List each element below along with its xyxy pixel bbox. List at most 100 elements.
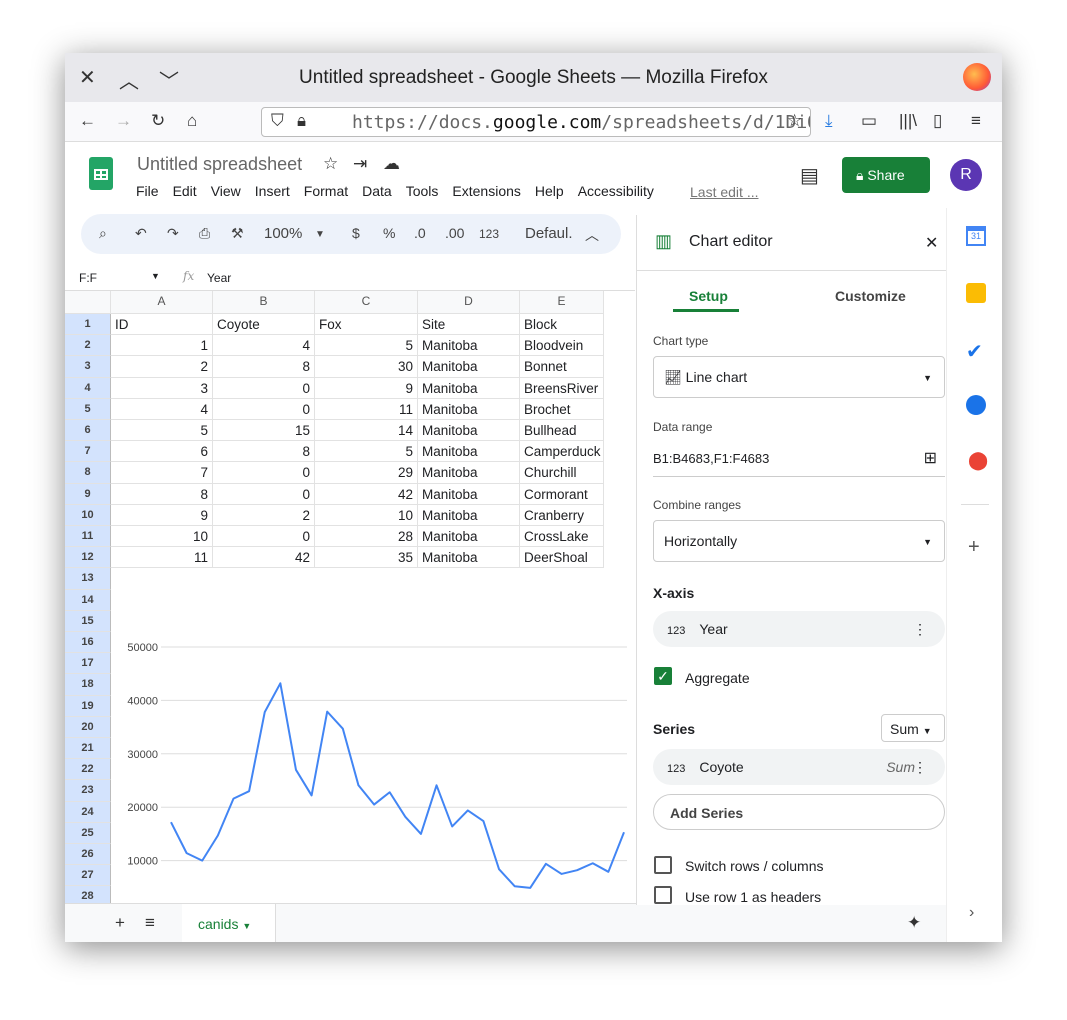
cell[interactable]: Manitoba — [418, 398, 520, 420]
cell[interactable]: Manitoba — [418, 504, 520, 526]
column-header-b[interactable]: B — [213, 291, 315, 314]
menu-accessibility[interactable]: Accessibility — [578, 183, 654, 199]
cell[interactable]: 30 — [315, 356, 418, 378]
row-header[interactable]: 20 — [65, 716, 111, 738]
cell[interactable]: DeerShoal — [520, 547, 604, 569]
doc-title[interactable]: Untitled spreadsheet — [137, 154, 302, 175]
row-header[interactable]: 23 — [65, 780, 111, 802]
forward-icon[interactable]: → — [115, 111, 132, 131]
cell[interactable]: 0 — [213, 377, 315, 399]
use-row1-checkbox[interactable] — [654, 886, 672, 904]
switch-rows-checkbox[interactable] — [654, 856, 672, 874]
column-header-e[interactable]: E — [520, 291, 604, 314]
column-header-c[interactable]: C — [315, 291, 418, 314]
menu-extensions[interactable]: Extensions — [452, 183, 520, 199]
cell[interactable]: 5 — [315, 335, 418, 357]
collapse-toolbar-icon[interactable]: ︿ — [585, 225, 599, 245]
increase-decimal-button[interactable]: .00 — [445, 225, 464, 241]
row-header[interactable]: 3 — [65, 356, 111, 378]
print-icon[interactable]: ⎙ — [199, 225, 210, 242]
cell[interactable]: Manitoba — [418, 420, 520, 442]
series-coyote[interactable]: 123 Coyote Sum ⋮ — [653, 749, 945, 785]
cell[interactable]: Manitoba — [418, 356, 520, 378]
shield-icon[interactable]: ⛉ — [271, 111, 284, 131]
cell[interactable]: ID — [111, 314, 213, 336]
back-icon[interactable]: ← — [79, 111, 96, 131]
row-header[interactable]: 1 — [65, 314, 111, 336]
row-header[interactable]: 25 — [65, 822, 111, 844]
cell[interactable]: 42 — [213, 547, 315, 569]
cell[interactable]: Manitoba — [418, 335, 520, 357]
row-header[interactable]: 17 — [65, 653, 111, 675]
row-header[interactable]: 4 — [65, 377, 111, 399]
undo-icon[interactable]: ↶ — [135, 225, 147, 242]
cell[interactable]: Brochet — [520, 398, 604, 420]
row-header[interactable]: 6 — [65, 420, 111, 442]
cell[interactable]: Site — [418, 314, 520, 336]
row-header[interactable]: 10 — [65, 504, 111, 526]
expand-panel-icon[interactable]: › — [969, 904, 974, 922]
zoom-select[interactable]: 100% — [264, 225, 302, 242]
cell[interactable]: 8 — [213, 441, 315, 463]
menu-view[interactable]: View — [211, 183, 241, 199]
select-range-icon[interactable]: ⊞ — [924, 448, 937, 468]
avatar[interactable]: R — [950, 159, 982, 191]
row-header[interactable]: 16 — [65, 632, 111, 654]
cell[interactable]: 2 — [213, 504, 315, 526]
reload-icon[interactable]: ↻ — [151, 111, 165, 131]
sidebar-icon[interactable]: ▭ — [861, 111, 877, 131]
cell[interactable]: Bullhead — [520, 420, 604, 442]
cell[interactable]: Manitoba — [418, 483, 520, 505]
cell[interactable]: Manitoba — [418, 526, 520, 548]
cell[interactable]: Camperduck — [520, 441, 604, 463]
line-chart[interactable]: 0100002000030000400005000019961997199819… — [111, 572, 627, 903]
cell[interactable]: 4 — [213, 335, 315, 357]
row-header[interactable]: 22 — [65, 759, 111, 781]
row-header[interactable]: 14 — [65, 589, 111, 611]
keep-icon[interactable] — [966, 283, 986, 303]
row-header[interactable]: 11 — [65, 526, 111, 548]
row-header[interactable]: 7 — [65, 441, 111, 463]
row-header[interactable]: 24 — [65, 801, 111, 823]
cell[interactable]: 2 — [111, 356, 213, 378]
select-all-corner[interactable] — [65, 291, 111, 314]
row-header[interactable]: 5 — [65, 398, 111, 420]
currency-button[interactable]: $ — [352, 225, 360, 241]
cell[interactable]: Bloodvein — [520, 335, 604, 357]
tab-setup[interactable]: Setup — [689, 288, 728, 304]
aggregate-checkbox[interactable]: ✓ — [654, 667, 672, 685]
menu-edit[interactable]: Edit — [173, 183, 197, 199]
redo-icon[interactable]: ↷ — [167, 225, 179, 242]
add-sheet-icon[interactable]: + — [115, 913, 125, 933]
font-select[interactable]: Defaul. — [525, 225, 573, 242]
row-header[interactable]: 2 — [65, 335, 111, 357]
tab-customize[interactable]: Customize — [835, 288, 906, 304]
cell[interactable]: 35 — [315, 547, 418, 569]
cell[interactable]: CrossLake — [520, 526, 604, 548]
cell[interactable]: 7 — [111, 462, 213, 484]
add-series-button[interactable]: Add Series — [653, 794, 945, 830]
share-button[interactable]: 🔒︎ Share — [842, 157, 930, 193]
cell[interactable]: 11 — [111, 547, 213, 569]
menu-tools[interactable]: Tools — [406, 183, 439, 199]
cell[interactable]: 15 — [213, 420, 315, 442]
chevron-down-icon[interactable]: ▼ — [315, 229, 325, 240]
cell[interactable]: 8 — [213, 356, 315, 378]
percent-button[interactable]: % — [383, 225, 395, 241]
cell[interactable]: 3 — [111, 377, 213, 399]
reader-icon[interactable]: ▯ — [933, 111, 942, 131]
cell[interactable]: 6 — [111, 441, 213, 463]
row-header[interactable]: 21 — [65, 738, 111, 760]
cell[interactable]: 8 — [111, 483, 213, 505]
cell[interactable]: 1 — [111, 335, 213, 357]
cell[interactable]: BreensRiver — [520, 377, 604, 399]
row-header[interactable]: 8 — [65, 462, 111, 484]
lock-icon[interactable]: 🔒︎ — [297, 111, 306, 131]
cell[interactable]: 9 — [111, 504, 213, 526]
cell[interactable]: 0 — [213, 483, 315, 505]
search-icon[interactable]: ⌕ — [99, 225, 107, 242]
cell[interactable]: 10 — [111, 526, 213, 548]
name-box[interactable]: F:F — [79, 271, 97, 285]
menu-insert[interactable]: Insert — [255, 183, 290, 199]
menu-help[interactable]: Help — [535, 183, 564, 199]
